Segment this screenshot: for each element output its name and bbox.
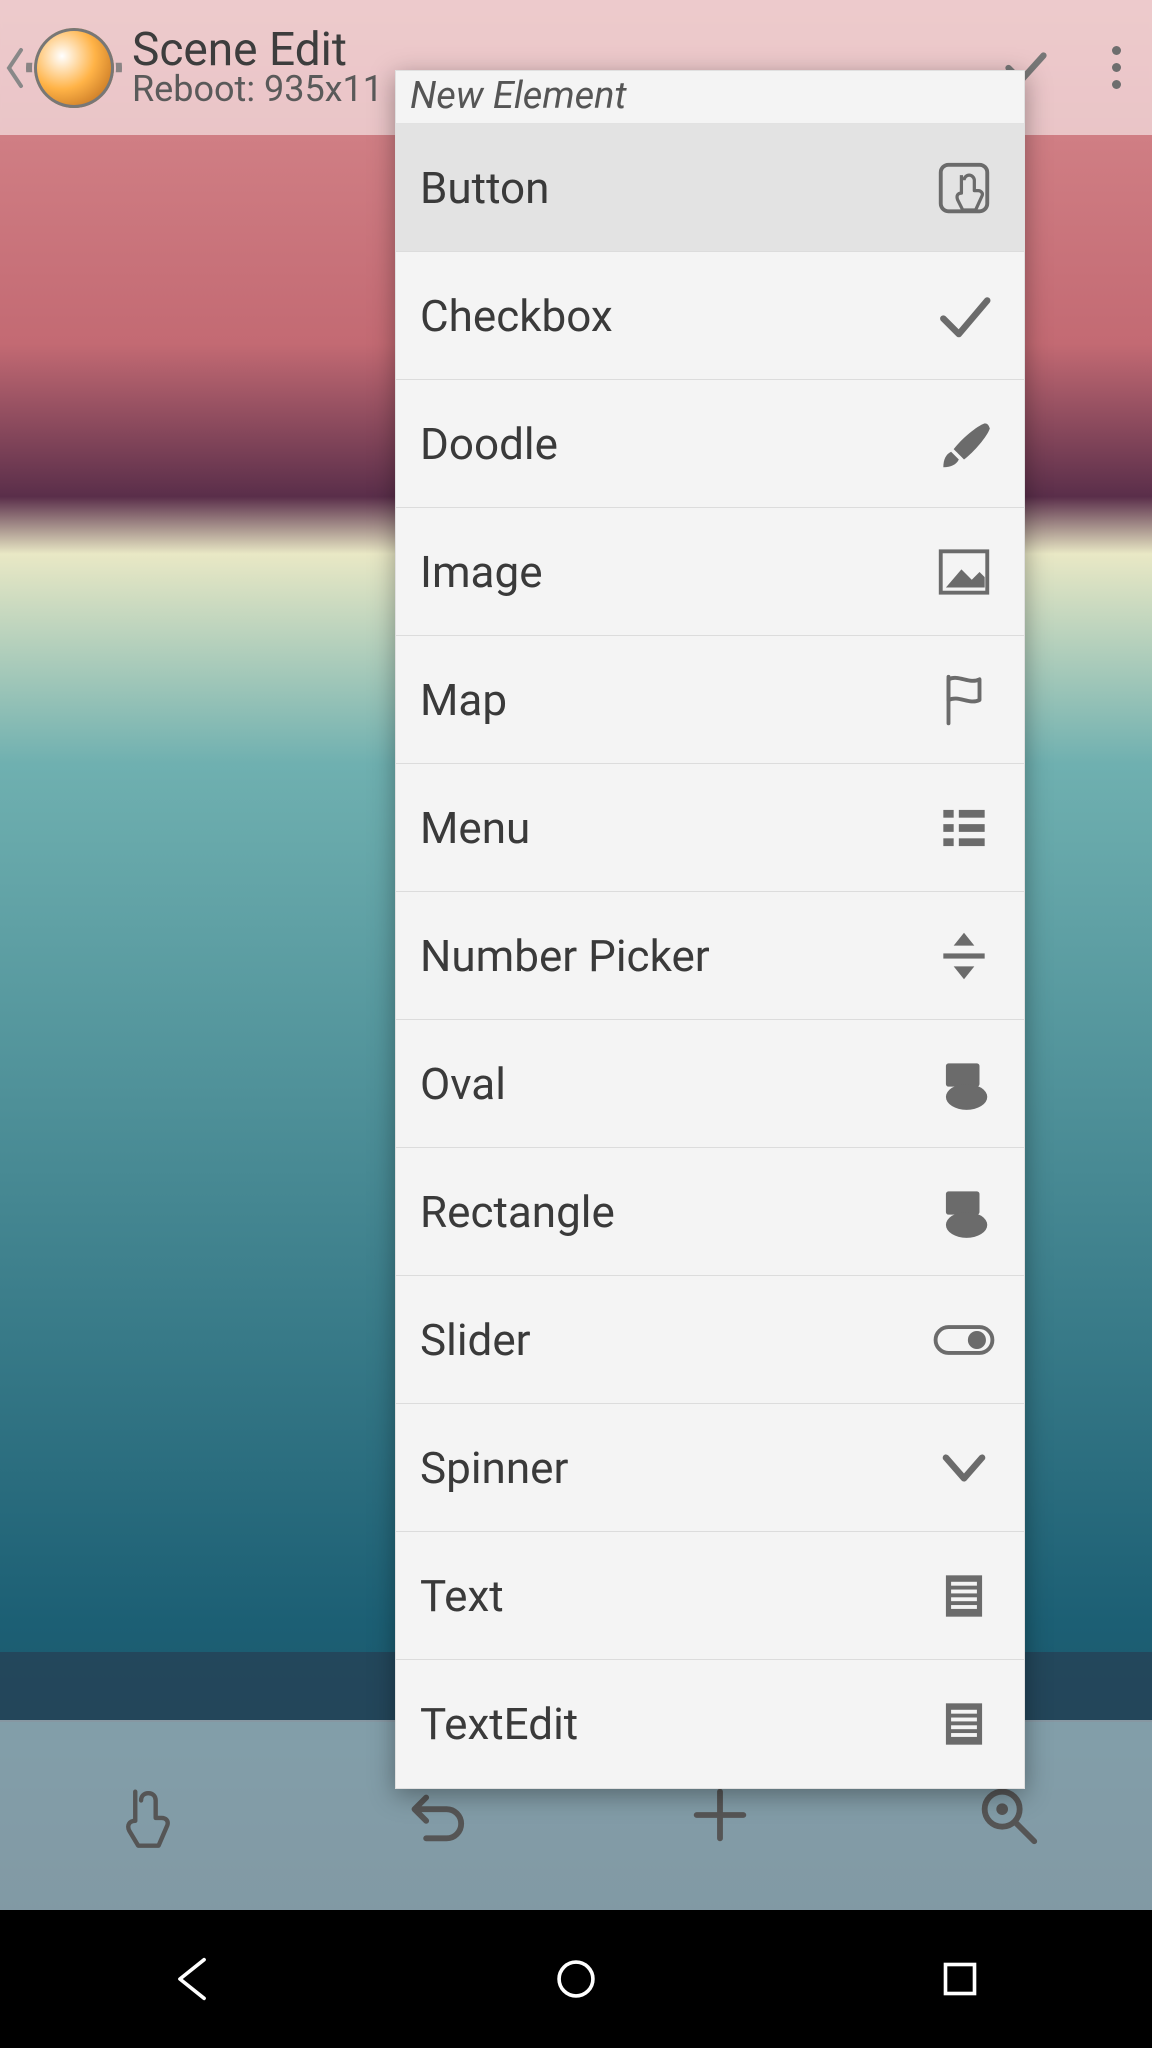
system-navbar [0,1910,1152,2048]
popup-item-image[interactable]: Image [396,508,1024,636]
popup-item-label: TextEdit [420,1698,928,1750]
popup-item-map[interactable]: Map [396,636,1024,764]
popup-item-label: Menu [420,802,928,854]
popup-item-label: Spinner [420,1442,928,1494]
popup-item-label: Oval [420,1058,928,1110]
popup-item-label: Doodle [420,418,928,470]
popup-item-label: Slider [420,1314,928,1366]
popup-title: New Element [396,71,1024,124]
popup-item-label: Button [420,162,928,214]
popup-item-label: Number Picker [420,930,928,982]
popup-item-text[interactable]: Text [396,1532,1024,1660]
checkmark-icon [928,280,1000,352]
popup-item-textedit[interactable]: TextEdit [396,1660,1024,1788]
new-element-popup: New Element Button Checkbox Doodle Image… [395,70,1025,1789]
popup-item-label: Rectangle [420,1186,928,1238]
popup-item-slider[interactable]: Slider [396,1276,1024,1404]
nav-home-button[interactable] [541,1944,611,2014]
shape-rect-icon [928,1176,1000,1248]
popup-item-label: Map [420,674,928,726]
toggle-icon [928,1304,1000,1376]
popup-item-button[interactable]: Button [396,124,1024,252]
chevron-down-icon [928,1432,1000,1504]
shape-oval-icon [928,1048,1000,1120]
image-icon [928,536,1000,608]
popup-item-rectangle[interactable]: Rectangle [396,1148,1024,1276]
menu-list-icon [928,792,1000,864]
nav-recents-button[interactable] [925,1944,995,2014]
popup-item-label: Image [420,546,928,598]
text-block-icon [928,1688,1000,1760]
popup-item-spinner[interactable]: Spinner [396,1404,1024,1532]
popup-item-doodle[interactable]: Doodle [396,380,1024,508]
popup-item-label: Text [420,1570,928,1622]
nav-back-button[interactable] [157,1944,227,2014]
flag-icon [928,664,1000,736]
popup-item-checkbox[interactable]: Checkbox [396,252,1024,380]
text-block-icon [928,1560,1000,1632]
popup-item-number-picker[interactable]: Number Picker [396,892,1024,1020]
popup-item-label: Checkbox [420,290,928,342]
popup-item-menu[interactable]: Menu [396,764,1024,892]
number-picker-icon [928,920,1000,992]
popup-item-oval[interactable]: Oval [396,1020,1024,1148]
paintbrush-icon [928,408,1000,480]
touch-icon [928,152,1000,224]
